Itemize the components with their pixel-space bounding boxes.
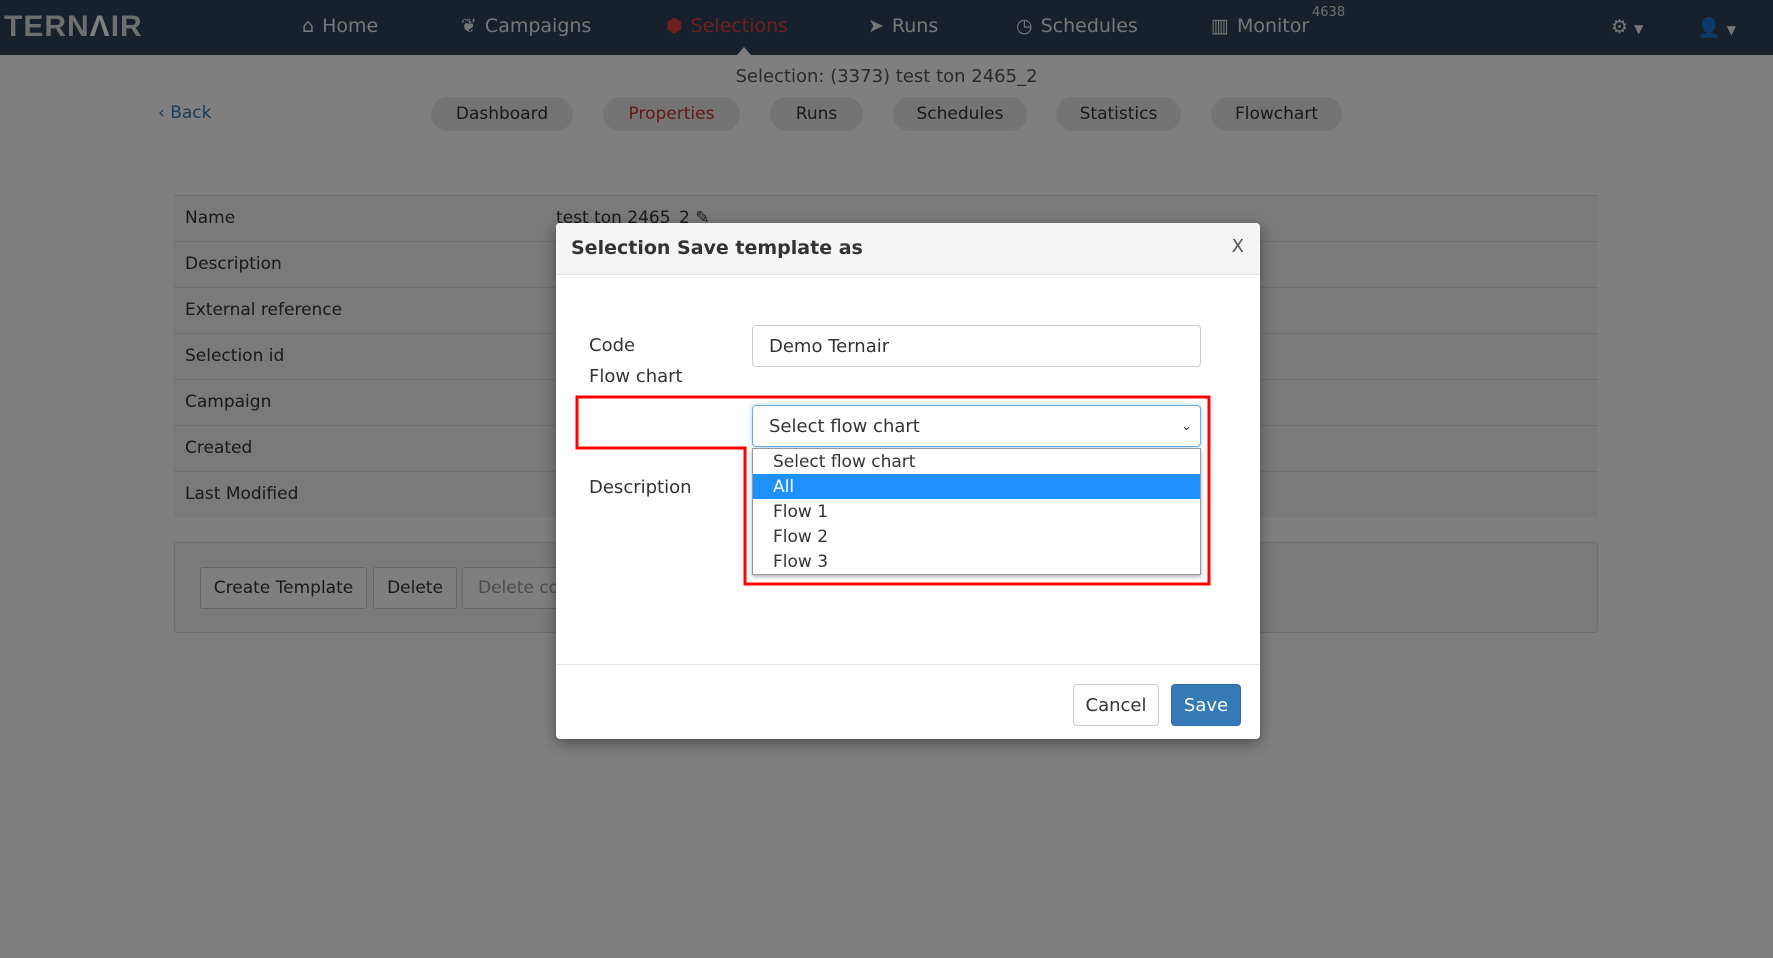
modal-title: Selection Save template as xyxy=(571,237,863,259)
option-all[interactable]: All xyxy=(753,474,1200,499)
option-select-flow-chart[interactable]: Select flow chart xyxy=(753,449,1200,474)
flowchart-select[interactable]: Select flow chart ⌄ xyxy=(752,405,1201,447)
flowchart-label: Flow chart xyxy=(589,366,683,387)
description-label: Description xyxy=(589,477,692,498)
modal-footer-divider xyxy=(556,664,1260,665)
save-template-modal: Selection Save template as X Code Demo T… xyxy=(556,223,1260,739)
flowchart-dropdown: Select flow chart All Flow 1 Flow 2 Flow… xyxy=(752,448,1201,575)
option-flow-1[interactable]: Flow 1 xyxy=(753,499,1200,524)
code-label: Code xyxy=(589,335,636,356)
code-input[interactable]: Demo Ternair xyxy=(752,325,1201,367)
option-flow-3[interactable]: Flow 3 xyxy=(753,549,1200,574)
chevron-down-icon: ⌄ xyxy=(1181,418,1192,434)
option-flow-2[interactable]: Flow 2 xyxy=(753,524,1200,549)
modal-header: Selection Save template as X xyxy=(556,223,1260,275)
cancel-button[interactable]: Cancel xyxy=(1073,684,1159,726)
save-button[interactable]: Save xyxy=(1171,684,1241,726)
close-button[interactable]: X xyxy=(1232,236,1244,257)
